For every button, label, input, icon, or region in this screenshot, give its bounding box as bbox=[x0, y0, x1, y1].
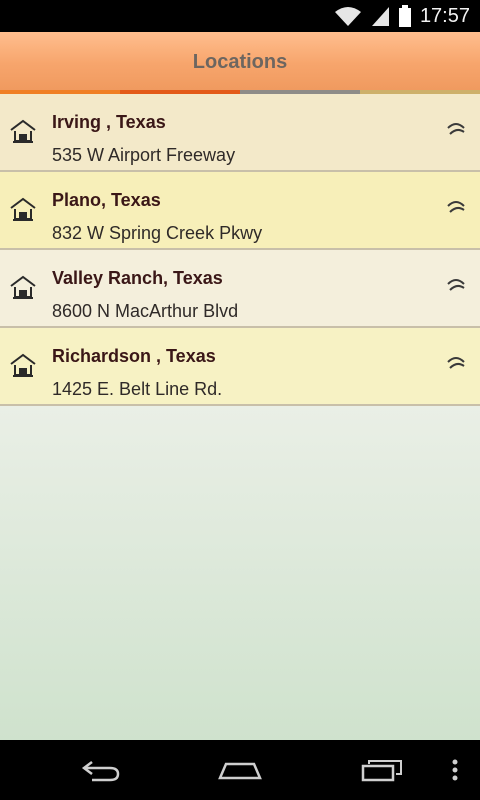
house-icon bbox=[10, 275, 36, 299]
status-icons: 17:57 bbox=[334, 4, 470, 28]
home-button[interactable] bbox=[208, 740, 272, 800]
status-time: 17:57 bbox=[419, 5, 470, 27]
wifi-icon bbox=[334, 7, 361, 26]
location-row-richardson[interactable]: Richardson , Texas 1425 E. Belt Line Rd. bbox=[0, 328, 480, 406]
cell-signal-icon bbox=[371, 7, 389, 26]
chevron-icon[interactable] bbox=[444, 272, 468, 298]
battery-icon bbox=[398, 5, 411, 27]
location-row-valley-ranch[interactable]: Valley Ranch, Texas 8600 N MacArthur Blv… bbox=[0, 250, 480, 328]
chevron-icon[interactable] bbox=[444, 350, 468, 376]
house-icon bbox=[10, 353, 36, 377]
overflow-menu-icon bbox=[452, 759, 458, 781]
location-title: Irving , Texas bbox=[52, 112, 166, 132]
home-icon bbox=[218, 762, 262, 780]
location-address: 535 W Airport Freeway bbox=[52, 145, 236, 165]
location-address: 8600 N MacArthur Blvd bbox=[52, 301, 239, 321]
location-row-plano[interactable]: Plano, Texas 832 W Spring Creek Pkwy bbox=[0, 172, 480, 250]
navigation-bar bbox=[0, 740, 480, 800]
recent-apps-icon bbox=[361, 760, 402, 782]
app-bar: Locations bbox=[0, 32, 480, 91]
location-address: 1425 E. Belt Line Rd. bbox=[52, 379, 223, 399]
location-title: Richardson , Texas bbox=[52, 346, 216, 366]
chevron-icon[interactable] bbox=[444, 116, 468, 142]
page-title: Locations bbox=[192, 51, 288, 73]
chevron-icon[interactable] bbox=[444, 194, 468, 220]
location-title: Valley Ranch, Texas bbox=[52, 268, 223, 288]
recent-apps-button[interactable] bbox=[352, 740, 412, 800]
status-bar: 17:57 bbox=[0, 0, 480, 32]
house-icon bbox=[10, 197, 36, 221]
house-icon bbox=[10, 119, 36, 143]
overflow-menu-button[interactable] bbox=[440, 740, 470, 800]
location-row-irving[interactable]: Irving , Texas 535 W Airport Freeway bbox=[0, 94, 480, 172]
locations-list: Irving , Texas 535 W Airport Freeway Pla… bbox=[0, 94, 480, 406]
content-area: Irving , Texas 535 W Airport Freeway Pla… bbox=[0, 94, 480, 740]
back-button[interactable] bbox=[70, 740, 130, 800]
location-address: 832 W Spring Creek Pkwy bbox=[52, 223, 263, 243]
back-icon bbox=[81, 761, 120, 782]
location-title: Plano, Texas bbox=[52, 190, 161, 210]
